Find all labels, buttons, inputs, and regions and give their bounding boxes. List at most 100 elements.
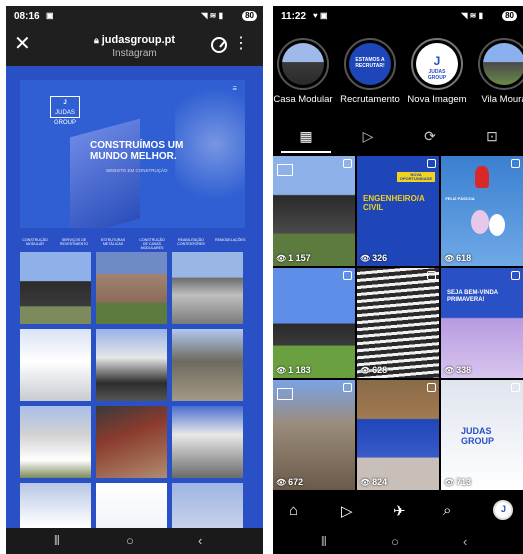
instagram-bottom-nav: ⌂ ▷ ✈︎ ⌕ <box>273 494 523 528</box>
tagged-tab-icon[interactable]: ⊡ <box>467 128 517 145</box>
site-nav-item[interactable]: ESTRUTURAS METÁLICAS <box>98 238 128 250</box>
status-time: 08:16 <box>14 11 40 22</box>
project-photo[interactable] <box>20 483 91 528</box>
project-photo[interactable] <box>20 406 91 478</box>
site-nav-item[interactable]: CONSTRUÇÃO MODULAR <box>20 238 50 250</box>
messages-icon[interactable]: ✈︎ <box>393 502 406 520</box>
hero-banner: J JUDAS GROUP ☰ CONSTRUÍMOS UM MUNDO MELH… <box>20 80 245 228</box>
post-views: 👁︎ 672 <box>276 477 304 487</box>
post-tile[interactable]: FELIZ PÁSCOA 👁︎ 618 <box>441 156 523 266</box>
back-icon[interactable]: ‹ <box>198 533 202 548</box>
reposts-tab-icon[interactable]: ⟳ <box>405 128 455 145</box>
project-photo[interactable] <box>172 329 243 401</box>
site-name: Instagram <box>112 48 157 59</box>
post-tile[interactable]: SEJA BEM-VINDA PRIMAVERA! 👁︎ 338 <box>441 268 523 378</box>
post-tile[interactable]: 👁︎ 824 <box>357 380 439 490</box>
highlight-vila-moura[interactable]: Vila Moura <box>472 38 523 105</box>
project-photo[interactable] <box>172 252 243 324</box>
recent-apps-icon[interactable]: ⦀ <box>321 534 327 550</box>
highlight-nova-imagem[interactable]: J JUDAS GROUP Nova Imagem <box>405 38 469 105</box>
reel-icon <box>511 159 520 168</box>
highlight-recrutamento[interactable]: ESTAMOS A RECRUTAR! Recrutamento <box>338 38 402 105</box>
android-nav-bar: ⦀ ○ ‹ <box>6 528 263 554</box>
reel-icon <box>427 383 436 392</box>
home-icon[interactable]: ○ <box>391 534 399 549</box>
search-icon[interactable]: ⌕ <box>443 502 451 519</box>
battery-indicator: 80 <box>502 11 517 21</box>
brand-tag <box>277 388 293 400</box>
reel-icon <box>511 271 520 280</box>
post-views: 👁︎ 713 <box>444 477 472 487</box>
post-views: 👁︎ 1 157 <box>276 253 311 263</box>
project-photo[interactable] <box>96 252 167 324</box>
active-tab-indicator <box>281 151 331 153</box>
post-views: 👁︎ 338 <box>444 365 472 375</box>
android-nav-bar: ⦀ ○ ‹ <box>273 528 523 554</box>
left-phone-screenshot: 08:16 ▣ ◥ ≋ ▮ 80 ✕ 🔒︎ judasgroup.pt Insta… <box>6 6 263 554</box>
hero-subtitle: WEBSITE EM CONSTRUÇÃO <box>106 168 168 173</box>
status-time: 11:22 <box>281 11 307 22</box>
lock-icon: 🔒︎ <box>93 35 99 45</box>
post-tile[interactable]: 👁︎ 1 183 <box>273 268 355 378</box>
site-nav-item[interactable]: CONSTRUÇÃO DE CASAS MODULARES <box>137 238 167 250</box>
site-nav-item[interactable]: REABILITAÇÃO CONTENTORES <box>176 238 206 250</box>
signal-wifi-icon: ◥ ≋ ▮ <box>201 11 223 20</box>
posts-grid: 👁︎ 1 157 NOVA OPORTUNIDADE ENGENHEIRO/A C… <box>273 156 523 490</box>
eye-icon: 👁︎ <box>360 254 371 263</box>
site-nav-item[interactable]: REMODELAÇÕES <box>215 238 245 250</box>
home-icon[interactable]: ⌂ <box>289 502 298 519</box>
project-photo[interactable] <box>172 406 243 478</box>
hero-menu-icon[interactable]: ☰ <box>233 86 237 92</box>
reels-tab-icon[interactable]: ▷ <box>343 128 393 145</box>
judas-logo[interactable]: J JUDAS GROUP <box>50 96 80 126</box>
eye-icon: 👁︎ <box>276 254 287 263</box>
eye-icon: 👁︎ <box>276 478 287 487</box>
recent-apps-icon[interactable]: ⦀ <box>54 533 60 549</box>
grid-tab-icon[interactable]: ▦ <box>281 128 331 145</box>
reel-icon <box>343 271 352 280</box>
close-icon[interactable]: ✕ <box>14 34 31 54</box>
more-options-icon[interactable]: ⋮ <box>233 36 249 52</box>
brand-tag <box>277 164 293 176</box>
eye-icon: 👁︎ <box>360 478 371 487</box>
post-views: 👁︎ 1 183 <box>276 365 311 375</box>
project-photo[interactable] <box>96 483 167 528</box>
project-photo[interactable] <box>172 483 243 528</box>
project-photo[interactable] <box>96 406 167 478</box>
post-tile[interactable]: 👁︎ 672 <box>273 380 355 490</box>
post-views: 👁︎ 824 <box>360 477 388 487</box>
project-photo-grid <box>20 252 245 528</box>
post-tile[interactable]: 👁︎ 1 157 <box>273 156 355 266</box>
project-photo[interactable] <box>20 329 91 401</box>
webpage-content[interactable]: J JUDAS GROUP ☰ CONSTRUÍMOS UM MUNDO MELH… <box>6 66 263 528</box>
reels-icon[interactable]: ▷ <box>341 502 353 520</box>
profile-tabs: ▦ ▷ ⟳ ⊡ <box>273 122 523 153</box>
right-phone-screenshot: 11:22 ♥ ▣ ◥ ≋ ▮ 80 Casa Modular ESTAMOS … <box>273 6 523 554</box>
judas-logo: J <box>433 54 441 68</box>
speedometer-icon[interactable] <box>211 37 227 53</box>
post-views: 👁︎ 618 <box>444 253 472 263</box>
hero-headline: CONSTRUÍMOS UM MUNDO MELHOR. <box>90 140 184 162</box>
project-photo[interactable] <box>20 252 91 324</box>
profile-avatar[interactable] <box>493 500 513 520</box>
highlight-casa-modular[interactable]: Casa Modular <box>273 38 335 105</box>
site-nav-item[interactable]: SERVIÇOS DE REVESTIMENTO <box>59 238 89 250</box>
eye-icon: 👁︎ <box>444 366 455 375</box>
back-icon[interactable]: ‹ <box>463 534 467 549</box>
eye-icon: 👁︎ <box>444 478 455 487</box>
post-tile[interactable]: NOVA OPORTUNIDADE ENGENHEIRO/A CIVIL 👁︎ 3… <box>357 156 439 266</box>
reel-icon <box>343 159 352 168</box>
notification-icons: ♥ ▣ <box>313 11 328 20</box>
battery-indicator: 80 <box>242 11 257 21</box>
url-display[interactable]: 🔒︎ judasgroup.pt <box>66 34 203 46</box>
eye-icon: 👁︎ <box>444 254 455 263</box>
story-highlights: Casa Modular ESTAMOS A RECRUTAR! Recruta… <box>273 38 523 118</box>
post-tile[interactable]: JUDAS GROUP 👁︎ 713 <box>441 380 523 490</box>
eye-icon: 👁︎ <box>360 366 371 375</box>
post-views: 👁︎ 326 <box>360 253 388 263</box>
signal-wifi-icon: ◥ ≋ ▮ <box>461 11 483 20</box>
post-tile[interactable]: 👁︎ 628 <box>357 268 439 378</box>
home-icon[interactable]: ○ <box>126 533 134 548</box>
browser-toolbar: ✕ 🔒︎ judasgroup.pt Instagram ⋮ <box>6 28 263 64</box>
project-photo[interactable] <box>96 329 167 401</box>
